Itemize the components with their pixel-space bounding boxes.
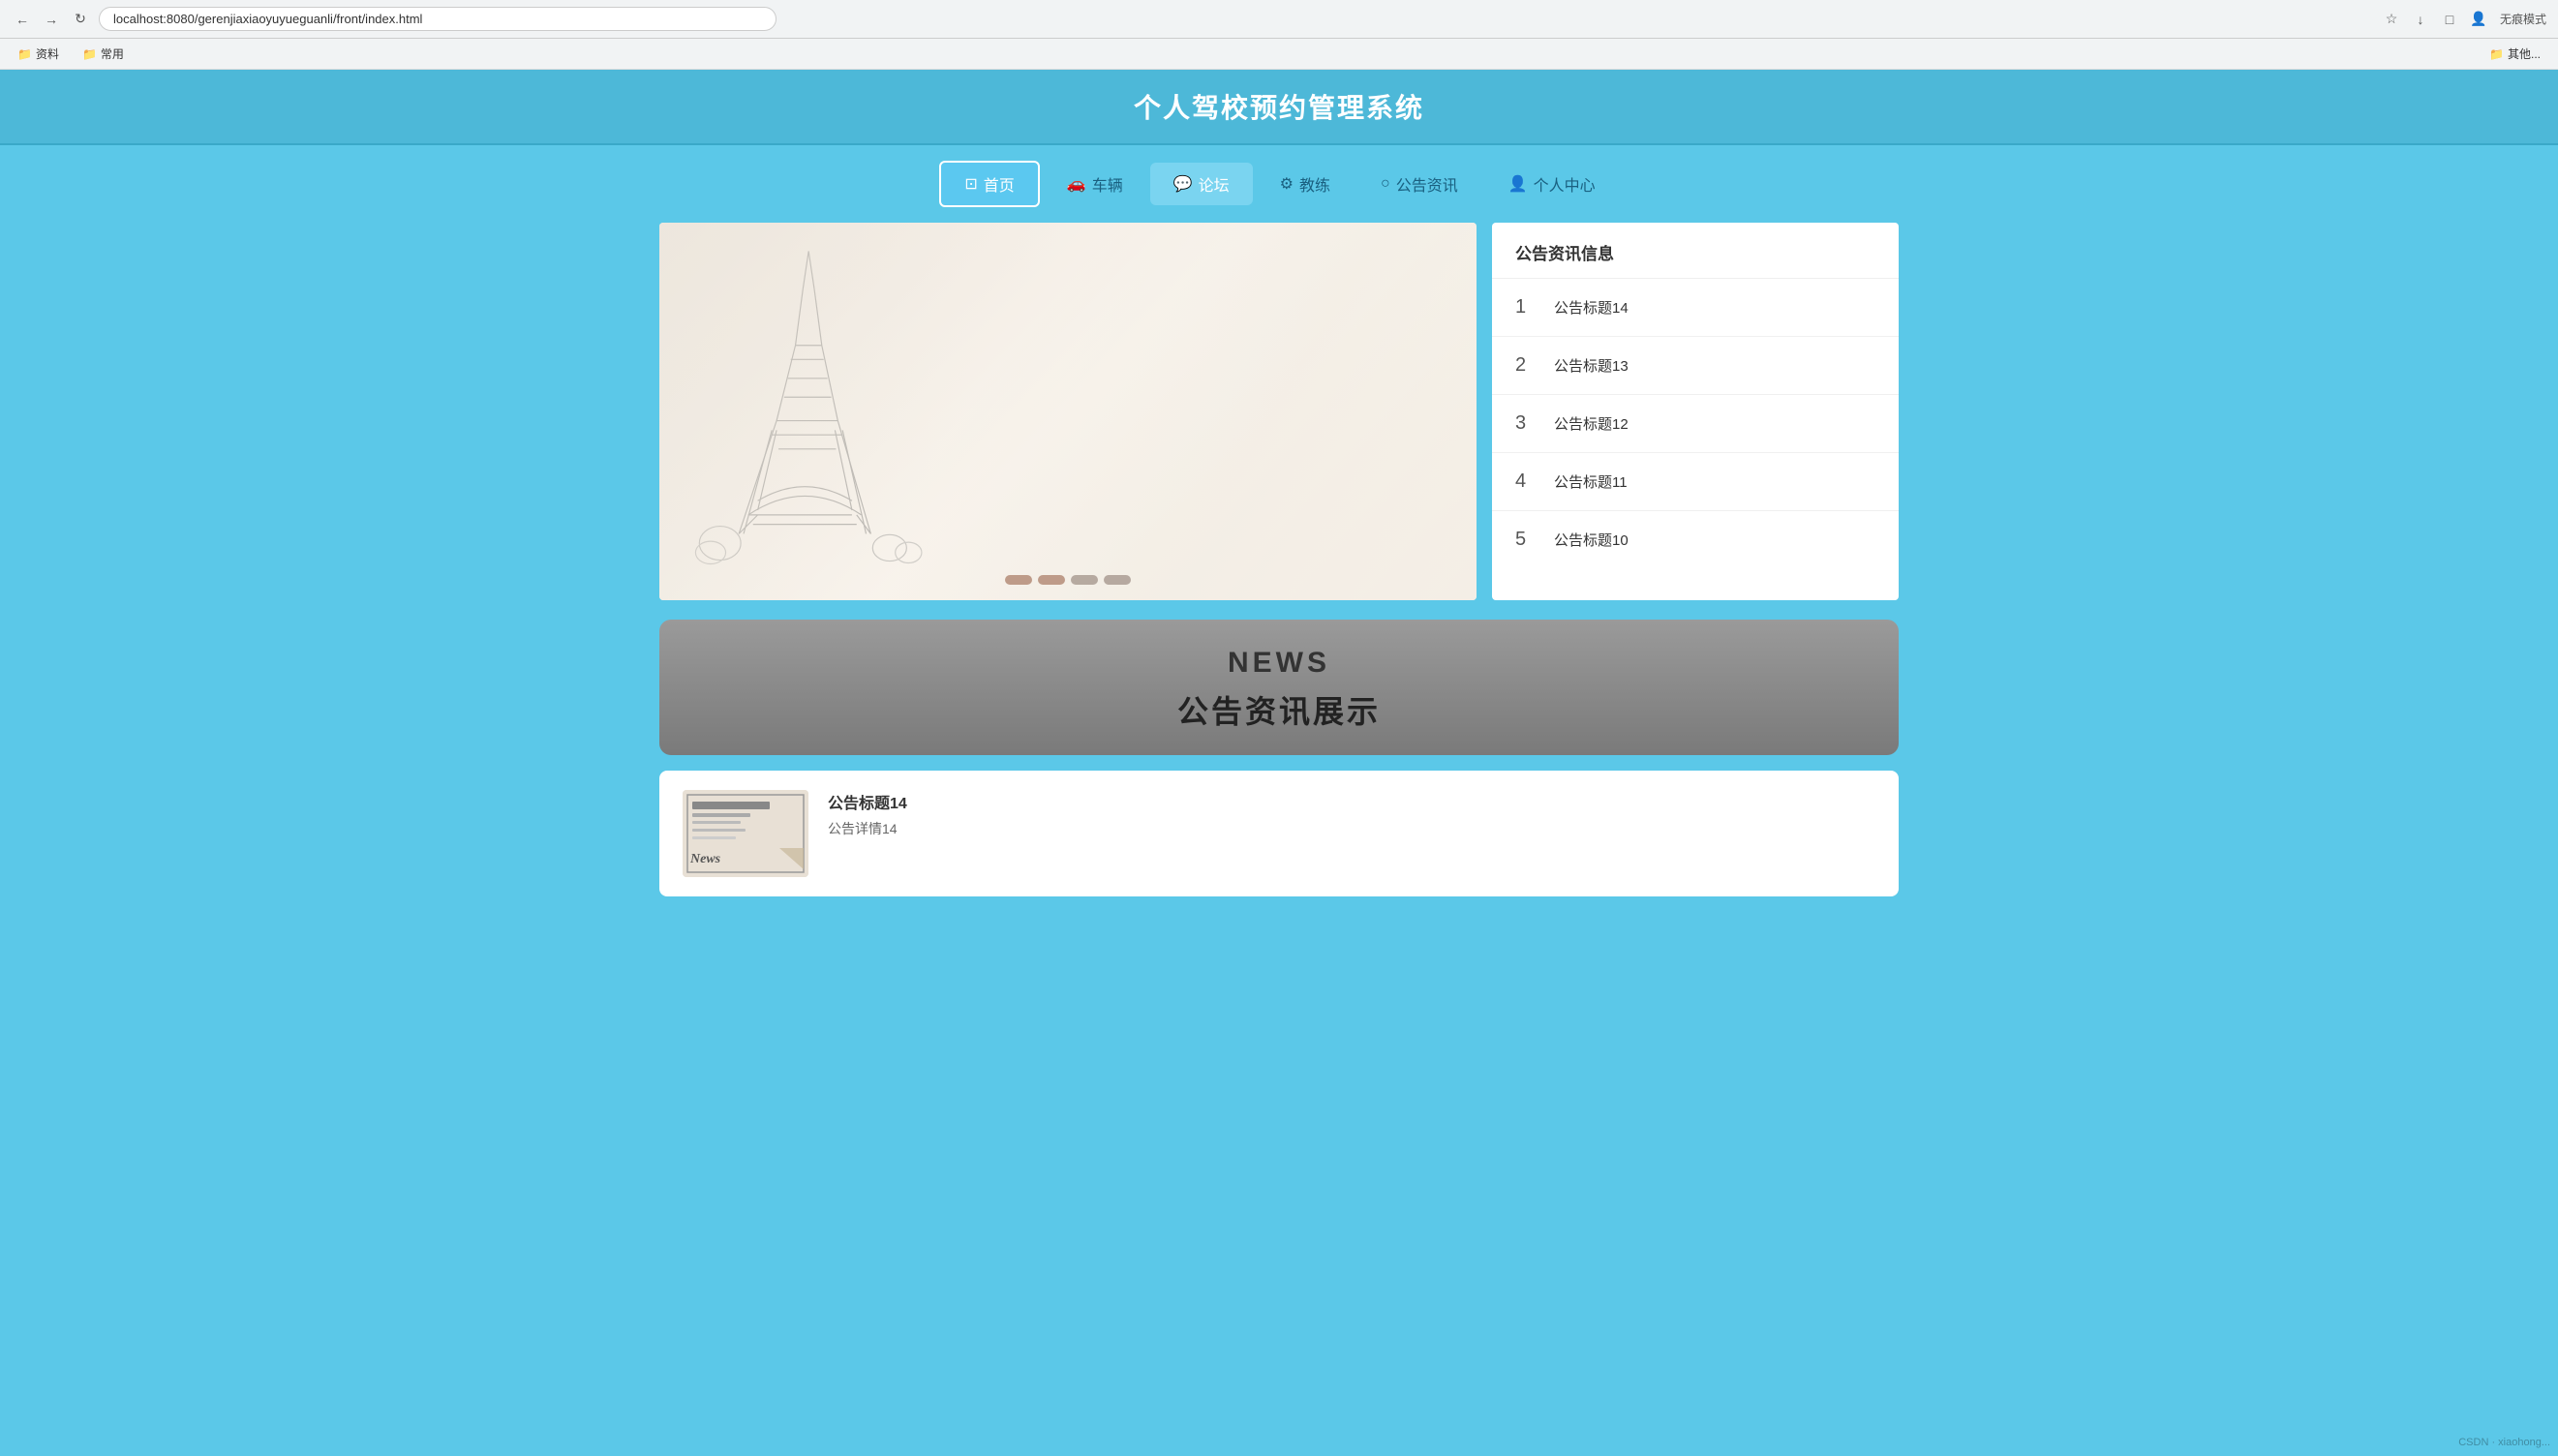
news-banner: NEWS 公告资讯展示: [659, 620, 1899, 755]
nav-label-home: 首页: [984, 172, 1015, 196]
indicator-2[interactable]: [1038, 575, 1065, 585]
download-button[interactable]: ↓: [2409, 8, 2432, 31]
ann-title-3: 公告标题12: [1554, 413, 1629, 434]
reload-button[interactable]: ↻: [70, 9, 91, 30]
nav-item-forum[interactable]: 💬 论坛: [1150, 163, 1253, 205]
ann-title-2: 公告标题13: [1554, 355, 1629, 376]
announcement-item-5[interactable]: 5 公告标题10: [1492, 511, 1899, 568]
site-title: 个人驾校预约管理系统: [0, 87, 2558, 126]
carousel-container[interactable]: [659, 223, 1477, 600]
announcement-panel: 公告资讯信息 1 公告标题14 2 公告标题13 3 公告标题12 4 公告标题…: [1492, 223, 1899, 600]
bookmark-label-3: 其他...: [2508, 46, 2541, 62]
announcement-icon: ○: [1381, 175, 1390, 193]
bookmark-item-common[interactable]: 📁 常用: [76, 44, 130, 64]
profile-button[interactable]: 👤: [2467, 8, 2490, 31]
announcement-item-2[interactable]: 2 公告标题13: [1492, 337, 1899, 395]
mode-label: 无痕模式: [2500, 11, 2546, 27]
ann-num-5: 5: [1515, 529, 1538, 551]
indicator-3[interactable]: [1071, 575, 1098, 585]
news-zh-title: 公告资讯展示: [659, 687, 1899, 732]
nav-item-announcement[interactable]: ○ 公告资讯: [1357, 163, 1481, 205]
folder-icon: 📁: [17, 47, 32, 61]
announcement-item-3[interactable]: 3 公告标题12: [1492, 395, 1899, 453]
bookmark-item-resources[interactable]: 📁 资料: [12, 44, 65, 64]
news-section: NEWS 公告资讯展示 News: [601, 620, 1957, 916]
announcement-header: 公告资讯信息: [1492, 223, 1899, 279]
page-wrapper: 个人驾校预约管理系统 ⊡ 首页 🚗 车辆 💬 论坛 ⚙ 教练 ○ 公告资讯 👤 …: [0, 70, 2558, 1456]
ann-num-2: 2: [1515, 354, 1538, 377]
nav-item-coach[interactable]: ⚙ 教练: [1257, 163, 1354, 205]
vehicle-icon: 🚗: [1067, 174, 1086, 194]
home-icon: ⊡: [964, 174, 977, 194]
address-bar[interactable]: localhost:8080/gerenjiaxiaoyuyueguanli/f…: [99, 7, 777, 31]
url-text: localhost:8080/gerenjiaxiaoyuyueguanli/f…: [113, 12, 762, 26]
announcement-list: 1 公告标题14 2 公告标题13 3 公告标题12 4 公告标题11 5: [1492, 279, 1899, 568]
indicator-1[interactable]: [1005, 575, 1032, 585]
indicator-4[interactable]: [1104, 575, 1131, 585]
coach-icon: ⚙: [1280, 174, 1294, 194]
ann-title-4: 公告标题11: [1554, 471, 1628, 492]
news-content: 公告标题14 公告详情14: [828, 790, 1875, 838]
svg-text:News: News: [689, 852, 721, 866]
bookmark-label-2: 常用: [101, 46, 124, 62]
news-description: 公告详情14: [828, 819, 1875, 838]
carousel-image: [659, 223, 1477, 600]
nav-label-announcement: 公告资讯: [1396, 172, 1458, 196]
news-card-container: News 公告标题14 公告详情14: [659, 771, 1899, 896]
nav-item-home[interactable]: ⊡ 首页: [939, 161, 1039, 207]
announcement-item-4[interactable]: 4 公告标题11: [1492, 453, 1899, 511]
main-content: 公告资讯信息 1 公告标题14 2 公告标题13 3 公告标题12 4 公告标题…: [601, 223, 1957, 620]
folder-icon-2: 📁: [82, 47, 97, 61]
page-footer-watermark: CSDN · xiaohong...: [2458, 1437, 2550, 1448]
carousel-indicators: [1005, 575, 1131, 585]
bookmark-star-button[interactable]: ☆: [2380, 8, 2403, 31]
ann-title-5: 公告标题10: [1554, 530, 1629, 550]
ann-title-1: 公告标题14: [1554, 297, 1629, 318]
profile-nav-icon: 👤: [1508, 174, 1528, 194]
forum-icon: 💬: [1173, 174, 1193, 194]
nav-item-vehicle[interactable]: 🚗 车辆: [1044, 163, 1146, 205]
bookmarks-bar: 📁 资料 📁 常用 📁 其他...: [0, 39, 2558, 70]
nav-label-profile: 个人中心: [1534, 172, 1596, 196]
browser-actions: ☆ ↓ □ 👤 无痕模式: [2380, 8, 2546, 31]
nav-item-profile[interactable]: 👤 个人中心: [1485, 163, 1619, 205]
bookmark-label: 资料: [36, 46, 59, 62]
ann-num-4: 4: [1515, 470, 1538, 493]
news-thumbnail: News: [683, 790, 808, 877]
folder-icon-3: 📁: [2489, 47, 2504, 61]
news-title: 公告标题14: [828, 790, 1875, 813]
back-button[interactable]: ←: [12, 9, 33, 30]
ann-num-3: 3: [1515, 412, 1538, 435]
site-header: 个人驾校预约管理系统: [0, 70, 2558, 145]
nav-label-coach: 教练: [1299, 172, 1330, 196]
ann-num-1: 1: [1515, 296, 1538, 318]
forward-button[interactable]: →: [41, 9, 62, 30]
news-en-title: NEWS: [659, 647, 1899, 680]
nav-bar: ⊡ 首页 🚗 车辆 💬 论坛 ⚙ 教练 ○ 公告资讯 👤 个人中心: [0, 145, 2558, 223]
extend-button[interactable]: □: [2438, 8, 2461, 31]
news-thumbnail-svg: News: [683, 790, 808, 877]
nav-label-vehicle: 车辆: [1092, 172, 1123, 196]
announcement-item-1[interactable]: 1 公告标题14: [1492, 279, 1899, 337]
bookmark-item-others[interactable]: 📁 其他...: [2483, 44, 2546, 64]
browser-chrome: ← → ↻ localhost:8080/gerenjiaxiaoyuyuegu…: [0, 0, 2558, 39]
nav-label-forum: 论坛: [1199, 172, 1230, 196]
